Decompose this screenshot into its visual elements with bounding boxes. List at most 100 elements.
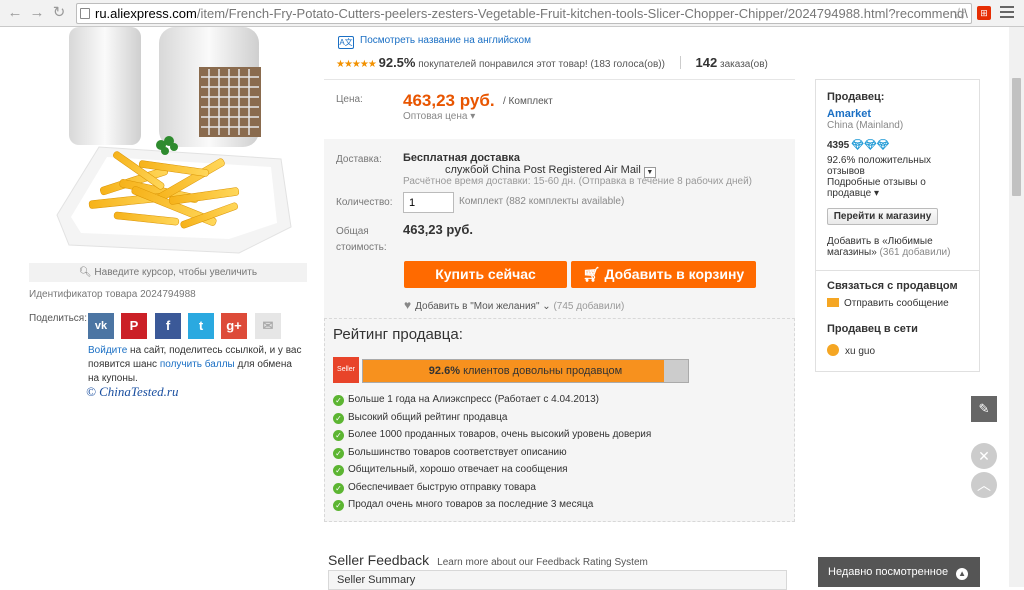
vk-share-button[interactable]: vk xyxy=(88,313,114,339)
scrollbar-thumb[interactable] xyxy=(1012,78,1021,196)
back-icon[interactable]: ← xyxy=(6,4,24,22)
zoom-hint: 🔍︎ Наведите курсор, чтобы увеличить xyxy=(29,263,307,282)
list-item: ✓ Высокий общий рейтинг продавца xyxy=(333,412,651,430)
check-icon: ✓ xyxy=(333,465,344,476)
browser-toolbar: ← → ↻ ru.aliexpress.com/item/French-Fry-… xyxy=(0,0,1024,27)
go-to-store-button[interactable]: Перейти к магазину xyxy=(827,208,938,225)
wholesale-price-toggle[interactable]: Оптовая цена ▾ xyxy=(403,111,475,122)
list-item: ✓ Общительный, хорошо отвечает на сообщен… xyxy=(333,464,651,482)
send-message-label: Отправить сообщение xyxy=(844,298,949,309)
translate-link[interactable]: A文 Посмотреть название на английском xyxy=(338,35,531,49)
shipping-label: Доставка: xyxy=(336,154,382,165)
check-icon: ✓ xyxy=(333,447,344,459)
address-bar[interactable]: ru.aliexpress.com/item/French-Fry-Potato… xyxy=(76,3,972,24)
quantity-input[interactable] xyxy=(403,192,454,213)
seller-country: China (Mainland) xyxy=(827,120,904,131)
list-item-text: Продал очень много товаров за последние … xyxy=(348,499,594,510)
list-item-text: Обеспечивает быструю отправку товара xyxy=(348,481,536,493)
divider xyxy=(815,270,980,271)
add-to-cart-button[interactable]: 🛒︎ Добавить в корзину xyxy=(571,261,756,288)
shipping-service-text: службой China Post Registered Air Mail xyxy=(445,164,641,176)
list-item: ✓ Больше 1 года на Алиэкспресс (Работает … xyxy=(333,394,651,412)
price-value: 463,23 руб. xyxy=(403,91,495,110)
online-user-name: xu guo xyxy=(845,346,876,357)
url-path: /item/French-Fry-Potato-Cutters-peelers-… xyxy=(196,6,968,21)
rating-line: ★★★★★ 92.5% покупателей понравился этот … xyxy=(336,55,768,70)
satisfaction-percent: 92.6% xyxy=(428,365,460,377)
reload-icon[interactable]: ↻ xyxy=(50,4,68,22)
facebook-share-button[interactable]: f xyxy=(155,313,181,339)
recently-viewed-label: Недавно посмотренное xyxy=(828,566,949,578)
scroll-up-icon[interactable]: ︿ xyxy=(971,472,997,498)
total-price: 463,23 руб. xyxy=(403,222,474,237)
rating-percent: 92.5% xyxy=(378,55,416,70)
seller-brand-badge: Seller Brand xyxy=(333,357,359,399)
list-item-text: Большинство товаров соответствует описан… xyxy=(348,446,567,458)
add-favorite-store[interactable]: Добавить в «Любимые магазины» (361 добав… xyxy=(827,236,972,258)
seller-score: 4395 💎︎💎︎💎︎ xyxy=(827,140,889,151)
translate-link-text: Посмотреть название на английском xyxy=(360,35,531,46)
list-item-text: Больше 1 года на Алиэкспресс (Работает с… xyxy=(348,394,599,405)
share-points-text: Войдите на сайт, поделитесь ссылкой, и у… xyxy=(88,344,303,386)
list-item-text: Более 1000 проданных товаров, очень высо… xyxy=(348,429,652,440)
send-message-link[interactable]: Отправить сообщение xyxy=(827,298,949,309)
seller-online-title: Продавец в сети xyxy=(827,323,918,335)
heart-icon: ♥ xyxy=(404,298,412,312)
wishlist-link[interactable]: ♥ Добавить в "Мои желания" ⌄ (745 добавил… xyxy=(404,298,624,312)
favorites-count: (361 добавили) xyxy=(879,247,951,258)
seller-rating-list: ✓ Больше 1 года на Алиэкспресс (Работает … xyxy=(333,394,651,517)
list-item: ✓ Большинство товаров соответствует описа… xyxy=(333,447,651,465)
pinterest-share-button[interactable]: P xyxy=(121,313,147,339)
get-points-link[interactable]: получить баллы xyxy=(160,359,235,370)
list-item: ✓ Обеспечивает быструю отправку товара xyxy=(333,482,651,500)
translate-icon: A文 xyxy=(338,36,354,49)
price-unit: / Комплект xyxy=(503,96,553,107)
buy-now-button[interactable]: Купить сейчас xyxy=(404,261,567,288)
seller-feedback-heading: Seller Feedback Learn more about our Feed… xyxy=(328,552,648,568)
divider xyxy=(679,56,681,69)
diamond-icon: 💎︎💎︎💎︎ xyxy=(851,140,890,151)
email-share-button[interactable]: ✉ xyxy=(255,313,281,339)
login-link[interactable]: Войдите xyxy=(88,345,127,356)
add-to-cart-label: Добавить в корзину xyxy=(604,266,745,282)
list-item-text: Высокий общий рейтинг продавца xyxy=(348,411,508,423)
twitter-share-button[interactable]: t xyxy=(188,313,214,339)
url-host: ru.aliexpress.com xyxy=(95,6,197,21)
satisfaction-text: клиентов довольны продавцом xyxy=(463,365,623,377)
zoom-hint-text: Наведите курсор, чтобы увеличить xyxy=(94,267,258,278)
price-label: Цена: xyxy=(336,94,363,105)
product-photo xyxy=(56,27,292,254)
bookmark-star-icon[interactable]: ☆ xyxy=(952,4,966,24)
aliexpress-extension-icon[interactable]: ⊞ xyxy=(977,6,991,20)
feedback-rating-link[interactable]: Learn more about our Feedback Rating Sys… xyxy=(437,557,648,568)
recently-viewed-bar[interactable]: Недавно посмотренное ▲ xyxy=(818,557,980,587)
total-label: Общая стоимость: xyxy=(336,226,387,253)
seller-detail-reviews[interactable]: Подробные отзывы о продавце ▾ xyxy=(827,177,967,199)
edit-pencil-icon[interactable]: ✎ xyxy=(971,396,997,422)
seller-rating-title: Рейтинг продавца: xyxy=(333,326,463,343)
list-item: ✓ Более 1000 проданных товаров, очень выс… xyxy=(333,429,651,447)
menu-icon[interactable] xyxy=(1000,6,1014,20)
seller-summary-tab[interactable]: Seller Summary xyxy=(328,570,787,590)
googleplus-share-button[interactable]: g+ xyxy=(221,313,247,339)
shipping-title: Бесплатная доставка xyxy=(403,152,520,164)
orders-label: заказа(ов) xyxy=(720,59,768,70)
page-scrollbar[interactable] xyxy=(1009,27,1024,587)
seller-name-link[interactable]: Amarket xyxy=(827,108,871,120)
seller-satisfaction-bar: 92.6% клиентов довольны продавцом xyxy=(362,359,689,383)
forward-icon[interactable]: → xyxy=(28,4,46,22)
wishlist-count: (745 добавили) xyxy=(553,301,625,312)
orders-count: 142 xyxy=(695,55,718,70)
product-image[interactable] xyxy=(29,27,307,263)
envelope-icon xyxy=(827,298,839,307)
check-icon: ✓ xyxy=(333,395,344,406)
feedback-title: Seller Feedback xyxy=(328,552,430,568)
online-user[interactable]: xu guo xyxy=(827,344,875,357)
price-section xyxy=(324,79,795,139)
user-icon xyxy=(827,344,839,356)
close-icon[interactable]: ✕ xyxy=(971,443,997,469)
list-item-text: Общительный, хорошо отвечает на сообщени… xyxy=(348,464,568,475)
chevron-up-icon: ▲ xyxy=(956,568,969,580)
check-icon: ✓ xyxy=(333,482,344,494)
list-item: ✓ Продал очень много товаров за последние… xyxy=(333,499,651,517)
